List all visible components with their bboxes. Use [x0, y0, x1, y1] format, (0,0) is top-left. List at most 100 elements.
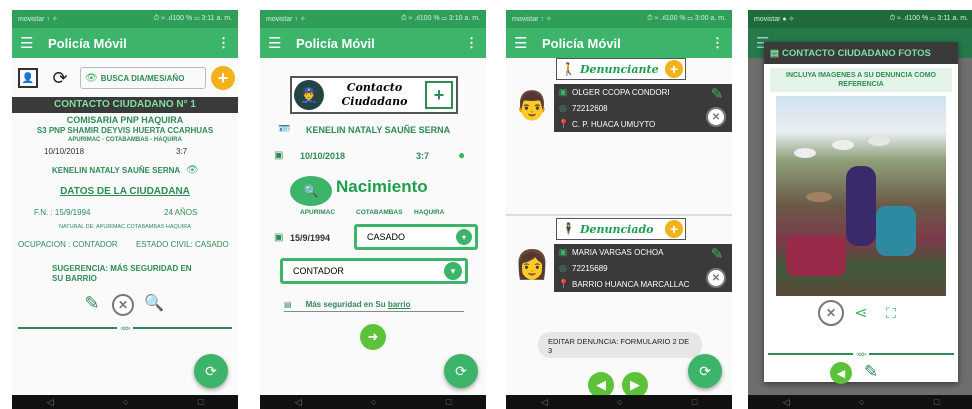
sugerencia-prefix: Más seguridad en Su	[305, 300, 388, 309]
female-avatar: 👩	[514, 248, 550, 280]
phone-screen-1: movistar ↑ ✧ ⏱ ≈ .ıl100 % ▭ 3:11 a. m. ☰ …	[12, 10, 238, 409]
status-bar: movistar ↑ ✧ ⏱ ≈ .ıl100 % ▭ 3:11 a. m.	[12, 10, 238, 28]
delete-x-icon[interactable]: ✕	[706, 107, 726, 127]
refresh-fab[interactable]: ⟳	[688, 354, 722, 388]
phone-icon: ◎	[559, 102, 567, 113]
birth-date-text[interactable]: 15/9/1994	[290, 233, 330, 243]
back-icon[interactable]: ◁	[295, 397, 302, 408]
document-icon: ▤	[770, 47, 779, 59]
back-arrow-button[interactable]: ◀	[830, 362, 852, 384]
add-plus-button[interactable]: +	[211, 66, 235, 90]
eye-icon: 👁	[85, 72, 98, 84]
back-icon[interactable]: ◁	[783, 397, 790, 408]
contacto-ciudadano-logo: 👮 Contacto Ciudadano +	[290, 76, 458, 114]
app-bar: ☰ Policía Móvil ⋮	[260, 28, 486, 58]
menu-icon[interactable]: ☰	[20, 34, 48, 52]
app-title: Policía Móvil	[296, 35, 375, 51]
add-denunciado-button[interactable]: +	[665, 220, 683, 238]
home-icon[interactable]: ○	[123, 397, 128, 407]
status-bar: movistar ↑ ✧ ⏱ ≈ .ıl100 % ▭ 3:00 a. m.	[506, 10, 732, 28]
estado-civil-value: CASADO	[367, 232, 406, 242]
logo-line2: Ciudadano	[341, 95, 408, 108]
citizen-name: KENELIN NATALY SAUÑE SERNA	[52, 166, 181, 175]
contact-card-icon: 🪪	[278, 124, 291, 135]
citizens-photo[interactable]	[776, 96, 946, 296]
refresh-fab[interactable]: ⟳	[444, 354, 478, 388]
clock-icon: ●	[458, 148, 466, 162]
share-icon[interactable]: ⋖	[848, 300, 874, 326]
handcuffed-figure-icon: 🕴	[561, 222, 576, 236]
datos-title: DATOS DE LA CIUDADANA	[60, 186, 190, 197]
add-denunciante-button[interactable]: +	[665, 60, 683, 78]
menu-icon[interactable]: ☰	[514, 34, 542, 52]
edit-pencil-icon[interactable]: ✎	[860, 360, 882, 384]
search-box[interactable]: 👁 BUSCA DIA/MES/AÑO	[80, 67, 206, 89]
time-text: 3:7	[416, 151, 430, 161]
contact-header: CONTACTO CIUDADANO N° 1	[12, 97, 238, 113]
menu-icon[interactable]: ☰	[268, 34, 296, 52]
id-card-icon: ▣	[558, 246, 568, 257]
phone-screen-3: movistar ↑ ✧ ⏱ ≈ .ıl100 % ▭ 3:00 a. m. ☰ …	[506, 10, 732, 409]
home-icon[interactable]: ○	[371, 397, 376, 407]
recents-icon[interactable]: □	[446, 397, 451, 407]
search-label: BUSCA DIA/MES/AÑO	[100, 73, 185, 83]
male-avatar: 👨	[514, 89, 550, 121]
department-text: APURIMAC	[300, 209, 336, 216]
date-text: 10/10/2018	[44, 147, 85, 156]
denunciado-address: BARRIO HUANCA MARCALLAC	[572, 279, 690, 289]
overflow-menu-icon[interactable]: ⋮	[711, 35, 724, 51]
home-icon[interactable]: ○	[859, 397, 864, 407]
android-nav-bar: ◁ ○ □	[260, 395, 486, 409]
calendar-icon: ▣	[274, 150, 284, 161]
denunciante-address: C. P. HUACA UMUYTO	[572, 119, 656, 129]
app-title: Policía Móvil	[48, 35, 127, 51]
estado-civil-select[interactable]: CASADO ▾	[354, 224, 478, 250]
next-arrow-button[interactable]: ➜	[360, 324, 386, 350]
home-icon[interactable]: ○	[617, 397, 622, 407]
date-text: 10/10/2018	[300, 151, 346, 161]
ocupacion-select[interactable]: CONTADOR ▾	[280, 258, 468, 284]
refresh-fab[interactable]: ⟳	[194, 354, 228, 388]
delete-x-icon[interactable]: ✕	[706, 268, 726, 288]
recents-icon[interactable]: □	[198, 397, 203, 407]
citizen-name: KENELIN NATALY SAUÑE SERNA	[306, 125, 451, 135]
location-text: APURIMAC - COTABAMBAS - HAQUIRA	[68, 137, 182, 143]
province-text: COTABAMBAS	[356, 209, 403, 216]
denunciado-phone: 72215689	[572, 263, 608, 273]
android-nav-bar: ◁ ○ □	[12, 395, 238, 409]
overflow-menu-icon[interactable]: ⋮	[465, 35, 478, 51]
overflow-menu-icon[interactable]: ⋮	[217, 35, 230, 51]
recents-icon[interactable]: □	[934, 397, 939, 407]
dialog-header: ▤ CONTACTO CIUDADANO FOTOS	[764, 42, 958, 64]
eye-icon[interactable]: 👁	[186, 165, 199, 176]
carrier-text: movistar ↑ ✧	[18, 16, 58, 23]
recents-icon[interactable]: □	[692, 397, 697, 407]
status-icons-text: ⏱ ≈ .ıl100 % ▭ 3:11 a. m.	[889, 15, 968, 22]
chevron-down-icon[interactable]: ▾	[444, 262, 462, 280]
estado-civil-text: ESTADO CIVIL: CASADO	[136, 240, 229, 249]
comisaria-label: COMISARIA PNP HAQUIRA	[66, 115, 184, 125]
phone-screen-2: movistar ↑ ✧ ⏱ ≈ .ıl100 % ▭ 3:10 a. m. ☰ …	[260, 10, 486, 409]
chevron-down-icon[interactable]: ▾	[456, 229, 472, 245]
carrier-text: movistar ● ✧	[754, 16, 795, 23]
edit-pencil-icon[interactable]: ✎	[82, 292, 102, 314]
age-text: 24 AÑOS	[164, 208, 198, 217]
status-icons-text: ⏱ ≈ .ıl100 % ▭ 3:10 a. m.	[401, 15, 480, 22]
edit-pencil-icon[interactable]: ✎	[708, 84, 726, 104]
contact-card-icon[interactable]: 👤	[18, 68, 38, 88]
delete-x-icon[interactable]: ✕	[818, 300, 844, 326]
search-magnifier-icon[interactable]: 🔍	[142, 291, 166, 315]
refresh-icon[interactable]: ⟳	[48, 66, 72, 90]
birth-date-text: F.N. : 15/9/1994	[34, 208, 91, 217]
delete-x-icon[interactable]: ✕	[112, 294, 134, 316]
fullscreen-icon[interactable]: ⛶	[878, 300, 904, 326]
denunciado-header: 🕴 Denunciado +	[556, 218, 686, 240]
denunciante-phone: 72212608	[572, 103, 608, 113]
denunciante-header: 🚶 Denunciante +	[556, 58, 686, 80]
edit-pencil-icon[interactable]: ✎	[708, 244, 726, 264]
back-icon[interactable]: ◁	[47, 397, 54, 408]
phone-screen-4: movistar ● ✧ ⏱ ≈ .ıl100 % ▭ 3:11 a. m. ☰ …	[748, 10, 972, 409]
sugerencia-input[interactable]: ▤ Más seguridad en Su barrio	[284, 298, 464, 312]
back-icon[interactable]: ◁	[541, 397, 548, 408]
denunciante-title: Denunciante	[579, 62, 659, 76]
